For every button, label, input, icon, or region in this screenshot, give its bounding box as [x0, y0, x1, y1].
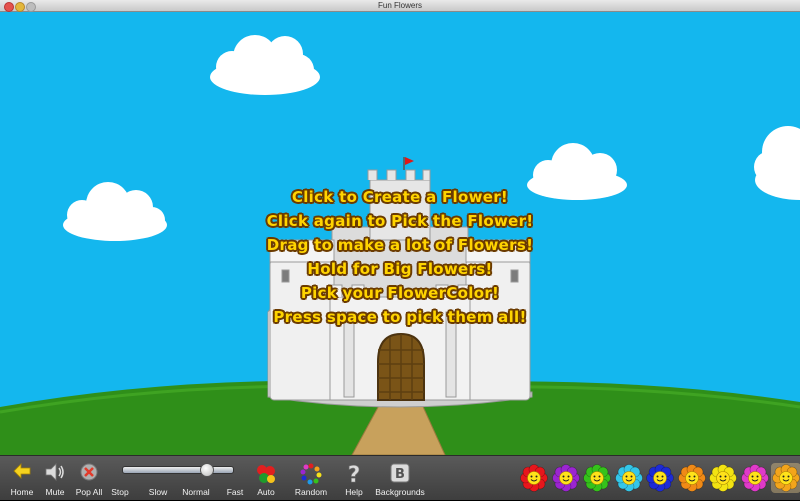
arrow-left-icon: [13, 463, 31, 479]
speed-fast-label: Fast: [226, 487, 244, 497]
backgrounds-label: Backgrounds: [375, 487, 425, 497]
instruction-line: Click to Create a Flower!: [291, 188, 509, 206]
flower-color-7[interactable]: [708, 463, 738, 493]
instruction-line: Hold for Big Flowers!: [307, 260, 493, 278]
flower-color-8[interactable]: [740, 463, 770, 493]
cloud-2: [63, 182, 167, 241]
svg-text:B: B: [395, 467, 405, 482]
question-mark-icon: ?: [347, 463, 361, 485]
speed-normal-label: Normal: [182, 487, 210, 497]
backgrounds-icon: B: [390, 463, 410, 483]
instruction-line: Click again to Pick the Flower!: [266, 212, 534, 230]
speaker-icon: [45, 463, 64, 481]
flower-icon: [740, 464, 769, 492]
mute-label: Mute: [45, 487, 65, 497]
svg-text:?: ?: [348, 463, 361, 485]
flower-icon: [520, 464, 548, 492]
auto-label: Auto: [257, 487, 275, 497]
instruction-line: Drag to make a lot of Flowers!: [266, 236, 534, 254]
flower-icon: [551, 464, 580, 492]
balloons-icon: [257, 465, 275, 483]
pop-all-button[interactable]: Pop All: [72, 456, 106, 501]
flower-color-5[interactable]: [645, 463, 675, 493]
help-label: Help: [345, 487, 363, 497]
random-button[interactable]: Random: [292, 456, 330, 501]
flower-icon: [677, 464, 706, 492]
flower-icon: [772, 464, 800, 492]
flower-color-2[interactable]: [551, 463, 581, 493]
auto-button[interactable]: Auto: [252, 456, 280, 501]
flower-icon: [646, 464, 674, 492]
flower-color-6[interactable]: [677, 463, 707, 493]
color-wheel-icon: [300, 463, 322, 485]
flower-color-9[interactable]: [771, 463, 800, 493]
cloud-4: [754, 126, 800, 200]
flower-icon: [583, 464, 611, 492]
speed-stop-label: Stop: [111, 487, 129, 497]
flower-color-1[interactable]: [519, 463, 549, 493]
toolbar: Home Mute Pop All Stop Slow Normal Fast …: [0, 455, 800, 500]
flower-color-4[interactable]: [614, 463, 644, 493]
pop-all-label: Pop All: [75, 487, 103, 497]
title-bar: Fun Flowers: [0, 0, 800, 12]
game-canvas[interactable]: Click to Create a Flower! Click again to…: [0, 12, 800, 455]
help-button[interactable]: ? Help: [340, 456, 368, 501]
instruction-line: Press space to pick them all!: [273, 308, 527, 326]
home-label: Home: [10, 487, 34, 497]
flower-color-3[interactable]: [582, 463, 612, 493]
flower-icon: [709, 464, 737, 492]
random-label: Random: [294, 487, 328, 497]
home-button[interactable]: Home: [6, 456, 38, 501]
instructions-text: Click to Create a Flower! Click again to…: [200, 185, 600, 329]
backgrounds-button[interactable]: B Backgrounds: [372, 456, 428, 501]
speed-slow-label: Slow: [148, 487, 168, 497]
mute-button[interactable]: Mute: [40, 456, 70, 501]
flower-icon: [614, 464, 643, 492]
close-circle-icon: [80, 463, 98, 481]
window-title: Fun Flowers: [377, 1, 422, 10]
cloud-1: [210, 35, 320, 95]
instruction-line: Pick your FlowerColor!: [300, 284, 500, 302]
